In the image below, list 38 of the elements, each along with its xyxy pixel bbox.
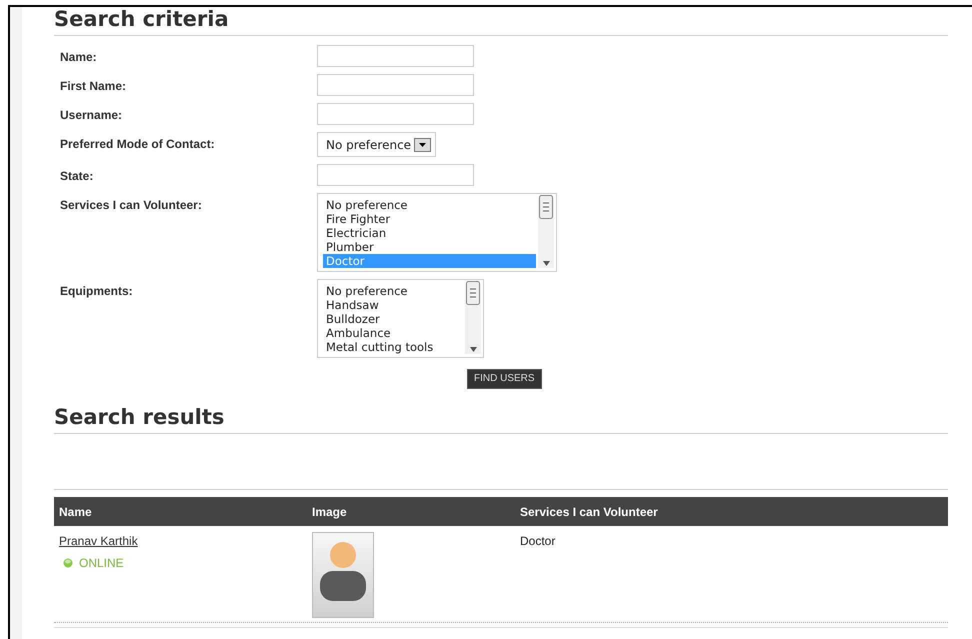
list-option[interactable]: Ambulance xyxy=(323,326,463,340)
field-label: State: xyxy=(59,168,94,186)
user-name-link[interactable]: Pranav Karthik xyxy=(59,534,138,548)
table-cell-text: Doctor xyxy=(520,533,556,550)
list-option[interactable]: Handsaw xyxy=(323,298,463,312)
scroll-down-icon[interactable] xyxy=(542,261,550,266)
field-label: Name: xyxy=(59,49,98,66)
avatar-icon xyxy=(312,532,374,618)
column-header: Services I can Volunteer xyxy=(520,504,659,521)
field-label: Username: xyxy=(59,107,124,124)
list-box[interactable]: No preference Fire Fighter Electrician Plumber Doctor xyxy=(317,193,557,272)
scroll-thumb-icon[interactable] xyxy=(466,281,480,306)
list-option[interactable]: Plumber xyxy=(323,240,536,254)
status-text: ONLINE xyxy=(79,555,124,572)
input-field[interactable] xyxy=(317,74,474,96)
caret-icon xyxy=(419,142,426,147)
section-title: Search criteria xyxy=(54,7,230,32)
list-option[interactable]: Bulldozer xyxy=(323,312,463,326)
column-header: Image xyxy=(312,504,348,521)
input-field[interactable] xyxy=(317,164,474,186)
list-option[interactable]: No preference xyxy=(323,284,463,298)
field-label: First Name: xyxy=(59,78,128,96)
field-label: Preferred Mode of Contact: xyxy=(59,136,216,154)
list-option[interactable]: Metal cutting tools xyxy=(323,340,463,354)
input-field[interactable] xyxy=(317,103,474,126)
input-field[interactable] xyxy=(317,45,474,68)
list-option[interactable]: Fire Fighter xyxy=(323,212,536,226)
dropdown[interactable]: No preference xyxy=(317,132,436,158)
column-header: Name xyxy=(58,504,93,521)
list-box[interactable]: No preference Handsaw Bulldozer Ambulance Metal cutting tools xyxy=(317,279,484,358)
scroll-thumb-icon[interactable] xyxy=(539,195,553,220)
field-label: Services I can Volunteer: xyxy=(59,197,203,214)
field-label: Equipments: xyxy=(59,283,134,300)
scroll-down-icon[interactable] xyxy=(470,347,476,352)
list-option[interactable]: No preference xyxy=(323,198,536,212)
find-users-button[interactable]: FIND USERS xyxy=(467,368,542,389)
section-title: Search results xyxy=(54,405,226,430)
list-option[interactable]: Electrician xyxy=(323,226,536,240)
